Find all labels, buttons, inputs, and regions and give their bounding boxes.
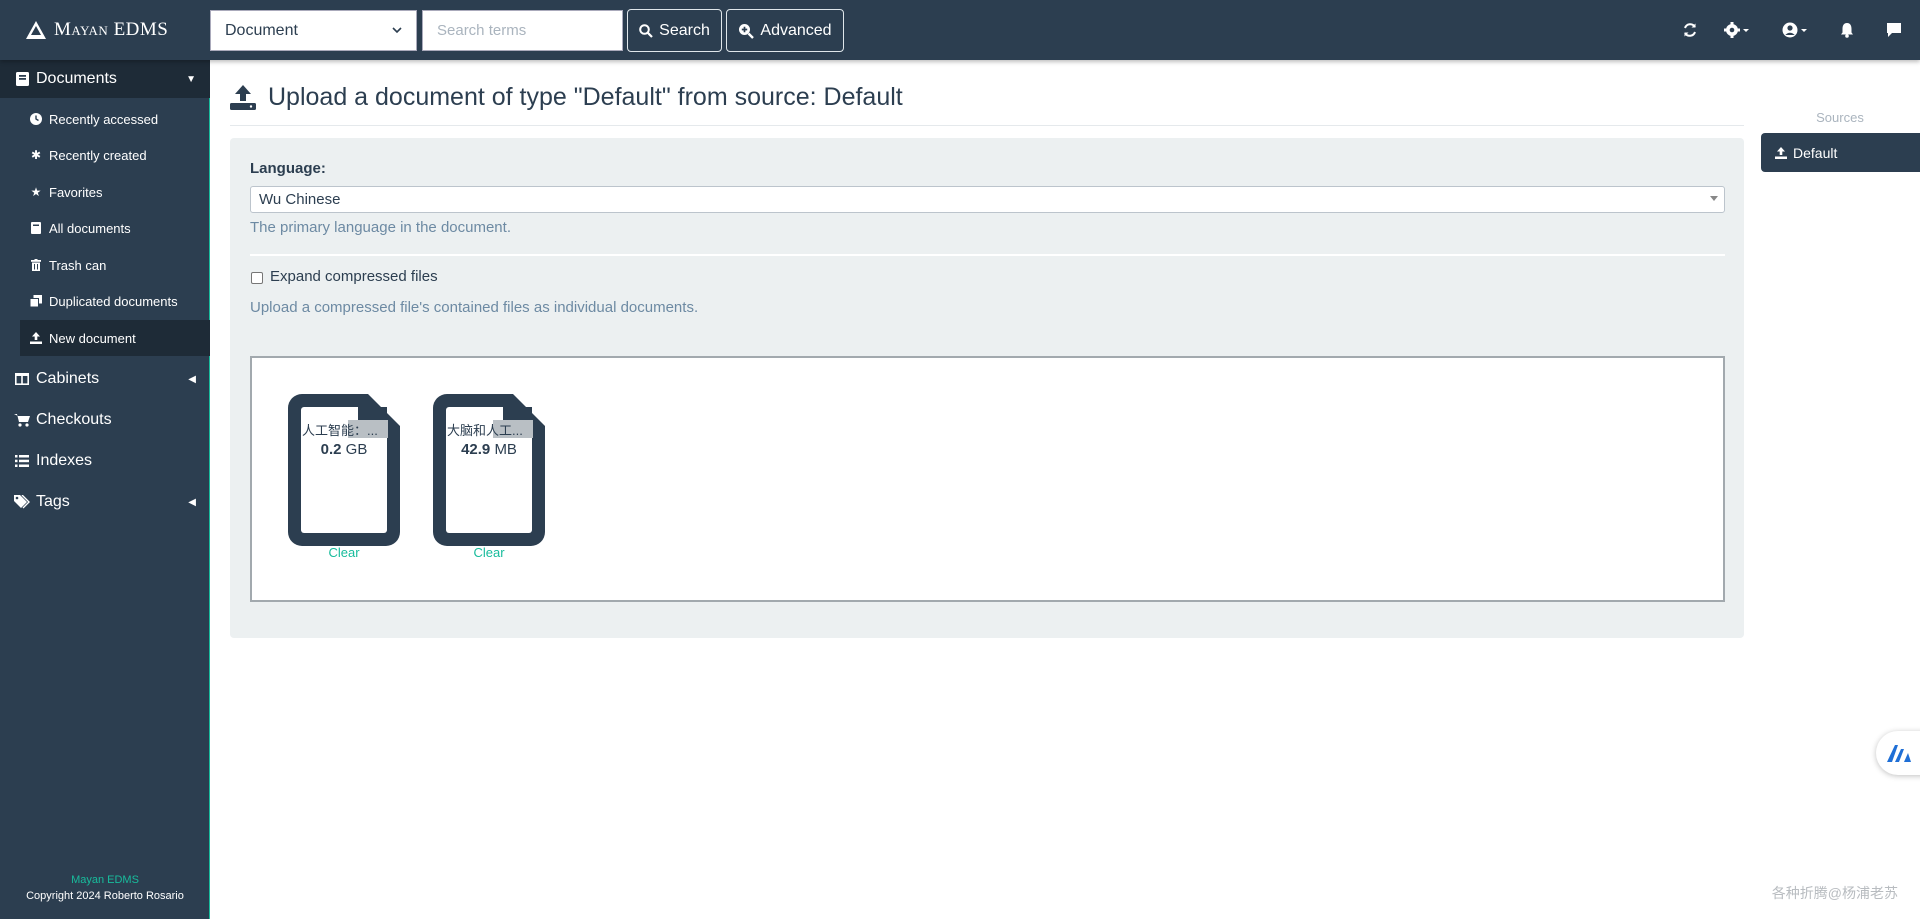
search-scope-value: Document (225, 21, 298, 39)
assistant-logo-icon (1887, 745, 1911, 762)
asterisk-icon: ✱ (30, 148, 42, 162)
page-title: Upload a document of type "Default" from… (230, 80, 903, 114)
sidebar-menu-label: Cabinets (36, 370, 100, 387)
upload-icon (1775, 146, 1787, 159)
book-icon (14, 72, 30, 86)
footer-copyright: Copyright 2024 Roberto Rosario (26, 890, 184, 902)
file-name: 人工智能：... (300, 420, 388, 438)
caret-down-icon: ▼ (186, 73, 196, 85)
star-icon: ★ (30, 185, 42, 199)
sidebar-menu-label: Checkouts (36, 411, 112, 428)
bell-icon[interactable] (1840, 20, 1854, 40)
upload-icon (230, 85, 256, 110)
copy-icon (29, 295, 43, 307)
sidebar-item-label: Favorites (49, 184, 103, 200)
search-button-label: Search (659, 21, 710, 39)
sidebar-item-new-document[interactable]: New document (20, 320, 210, 356)
search-icon (639, 23, 653, 38)
file-preview: 大脑和人工... 42.9 MB (433, 394, 545, 546)
sidebar: Documents ▼ Recently accessed ✱ Recently… (0, 60, 210, 919)
trash-icon (29, 259, 43, 271)
brand-logo[interactable]: Mayan EDMS (26, 18, 168, 42)
form-divider (250, 254, 1725, 256)
language-select[interactable]: Wu Chinese (250, 186, 1725, 213)
sidebar-item-label: Recently accessed (49, 111, 159, 127)
language-value: Wu Chinese (259, 191, 341, 208)
advanced-search-button[interactable]: Advanced (726, 9, 844, 52)
file-size: 42.9 MB (445, 441, 533, 458)
tags-icon (14, 495, 30, 509)
file-icon (288, 394, 400, 546)
caret-left-icon: ◀ (188, 373, 196, 385)
sidebar-item-recently-accessed[interactable]: Recently accessed (20, 101, 210, 137)
search-input[interactable]: Search terms (422, 10, 623, 51)
caret-left-icon: ◀ (188, 496, 196, 508)
user-icon[interactable] (1782, 20, 1808, 40)
settings-gear-icon[interactable] (1724, 20, 1750, 40)
sidebar-item-label: All documents (49, 220, 131, 236)
upload-icon (29, 332, 43, 344)
caret-down-icon (1710, 196, 1718, 201)
sidebar-item-label: Trash can (49, 257, 107, 273)
chevron-down-icon (392, 27, 402, 34)
sidebar-item-label: Recently created (49, 147, 147, 163)
sidebar-item-label: New document (49, 330, 136, 346)
file-preview: 人工智能：... 0.2 GB (288, 394, 400, 546)
language-help-text: The primary language in the document. (250, 219, 511, 236)
title-divider (230, 125, 1744, 126)
list-icon (14, 455, 30, 467)
file-size-value: 42.9 (461, 441, 491, 458)
cart-icon (14, 413, 30, 427)
search-placeholder: Search terms (437, 22, 527, 39)
advanced-button-label: Advanced (760, 21, 832, 39)
sidebar-item-favorites[interactable]: ★ Favorites (20, 174, 210, 210)
sidebar-menu-label: Tags (36, 493, 70, 510)
search-button[interactable]: Search (627, 9, 722, 52)
top-navbar: Mayan EDMS Document Search terms Search … (0, 0, 1920, 60)
language-label: Language: (250, 160, 326, 177)
expand-compressed-checkbox[interactable] (251, 272, 263, 284)
clear-file-link[interactable]: Clear (433, 545, 545, 560)
sidebar-item-recently-created[interactable]: ✱ Recently created (20, 137, 210, 173)
watermark-text: 各种折腾@杨浦老苏 (1771, 885, 1898, 901)
sidebar-menu-cabinets[interactable]: Cabinets ◀ (0, 360, 210, 398)
sidebar-item-all-documents[interactable]: All documents (20, 210, 210, 246)
sidebar-item-trash-can[interactable]: Trash can (20, 247, 210, 283)
search-scope-select[interactable]: Document (210, 10, 417, 51)
file-size-unit: GB (345, 441, 368, 458)
comment-icon[interactable] (1886, 20, 1902, 40)
sidebar-menu-label: Documents (36, 70, 117, 87)
file-name: 大脑和人工... (445, 420, 533, 438)
columns-icon (14, 373, 30, 385)
brand-name: Mayan EDMS (54, 19, 169, 40)
file-size-value: 0.2 (320, 441, 342, 458)
book-icon (29, 222, 43, 234)
mayan-pyramid-icon (26, 21, 46, 39)
expand-help-text: Upload a compressed file's contained fil… (250, 299, 699, 316)
source-item-default[interactable]: Default (1761, 133, 1920, 172)
refresh-icon[interactable] (1682, 20, 1698, 40)
expand-compressed-label[interactable]: Expand compressed files (270, 268, 438, 285)
sidebar-item-duplicated-documents[interactable]: Duplicated documents (20, 283, 210, 319)
file-size-unit: MB (494, 441, 517, 458)
clock-icon (29, 113, 43, 125)
file-icon (433, 394, 545, 546)
clear-file-link[interactable]: Clear (288, 545, 400, 560)
source-item-label: Default (1793, 144, 1838, 161)
sidebar-menu-label: Indexes (36, 452, 93, 469)
file-size: 0.2 GB (300, 441, 388, 458)
search-plus-icon (739, 23, 755, 39)
sources-heading: Sources (1816, 110, 1864, 125)
sidebar-menu-tags[interactable]: Tags ◀ (0, 483, 210, 521)
sidebar-menu-documents[interactable]: Documents ▼ (0, 60, 210, 98)
sidebar-menu-indexes[interactable]: Indexes (0, 442, 210, 480)
footer-app-link[interactable]: Mayan EDMS (0, 874, 210, 886)
page-title-text: Upload a document of type "Default" from… (268, 82, 903, 111)
sidebar-menu-checkouts[interactable]: Checkouts (0, 401, 210, 439)
sidebar-item-label: Duplicated documents (49, 293, 178, 309)
assistant-float-button[interactable] (1876, 731, 1920, 775)
